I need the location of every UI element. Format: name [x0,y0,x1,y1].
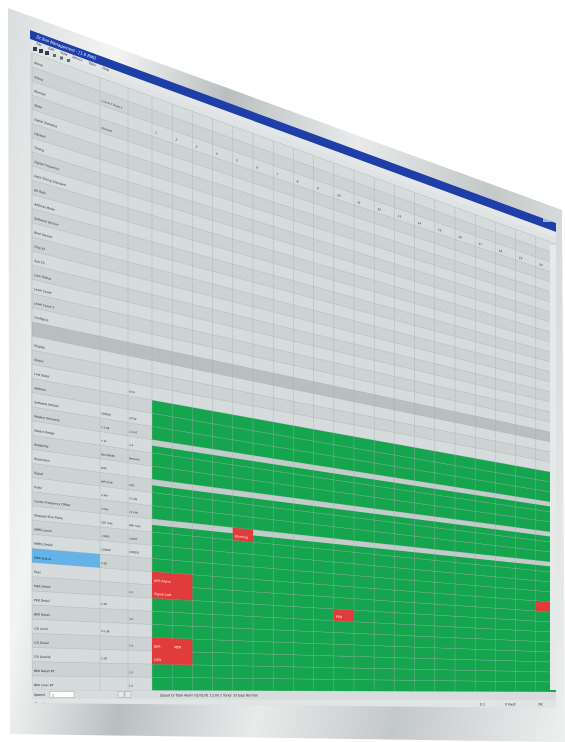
status-right-1: 0.1 [480,703,485,707]
row-label: BER Detail BT [34,669,55,673]
param-value-2: 2.0 [129,590,134,594]
status-ready: Ready [35,702,46,706]
param-value-2: 1.0 [129,684,134,688]
open-icon[interactable] [39,49,43,53]
param-value-2: 5.0OO [129,536,138,541]
param-value-1: 1 dB [101,602,107,606]
close-icon[interactable] [543,216,551,222]
new-icon[interactable] [33,47,37,51]
param-value-1: 2 dB [101,561,107,565]
app-window: Dr.Tool Management - [1.0 RMI] File Edit… [30,30,556,708]
param-value-1: + M [101,439,107,444]
alarm-mer-label: MER [174,645,182,649]
param-value-1: 4 AM [101,493,108,498]
arrow-icon[interactable] [53,54,56,57]
param-value-1: 1 dB [101,656,107,660]
row-label: Pass [34,570,41,574]
param-value-1: -CDRO [101,534,110,539]
speed-decrease-button[interactable] [117,691,125,698]
param-value-1: 2.0 dB [101,629,110,633]
speed-label: Speed [34,693,45,697]
status-bar [32,699,556,708]
row-label: BER Detail [34,612,50,617]
row-label: CSI Detail2 [34,655,51,659]
param-value-2: 1.0 [129,670,134,674]
alarm-cell[interactable] [152,571,193,601]
row-label: BER Lines BT [34,683,54,687]
alarm-per-label: PER [336,615,343,619]
data-grid: NameGroupNumberStateSignal StandardDatas… [31,52,556,693]
param-value-2: 2.0 [129,643,134,647]
status-right-2: 0 Fault [505,703,516,707]
speed-input-value: 1 [52,693,54,697]
row-label: CSI Level [34,626,48,631]
row-label: CSI Detail [34,641,49,645]
alarm-ber-label-2: BER [154,645,161,649]
speed-increase-button[interactable] [124,691,132,698]
save-icon[interactable] [45,51,49,55]
param-value-1: MAP [101,466,107,471]
vertical-scrollbar[interactable] [550,245,556,690]
param-value-2: 3.0 [129,617,134,621]
status-info: Speed LV Total Alarm 01/01/01 12:00 2 Tu… [160,694,258,698]
refresh-icon[interactable] [60,56,63,60]
param-value-2: STD [129,483,135,488]
help-icon[interactable] [67,59,70,62]
alarm-low-label: LOW [154,658,162,662]
